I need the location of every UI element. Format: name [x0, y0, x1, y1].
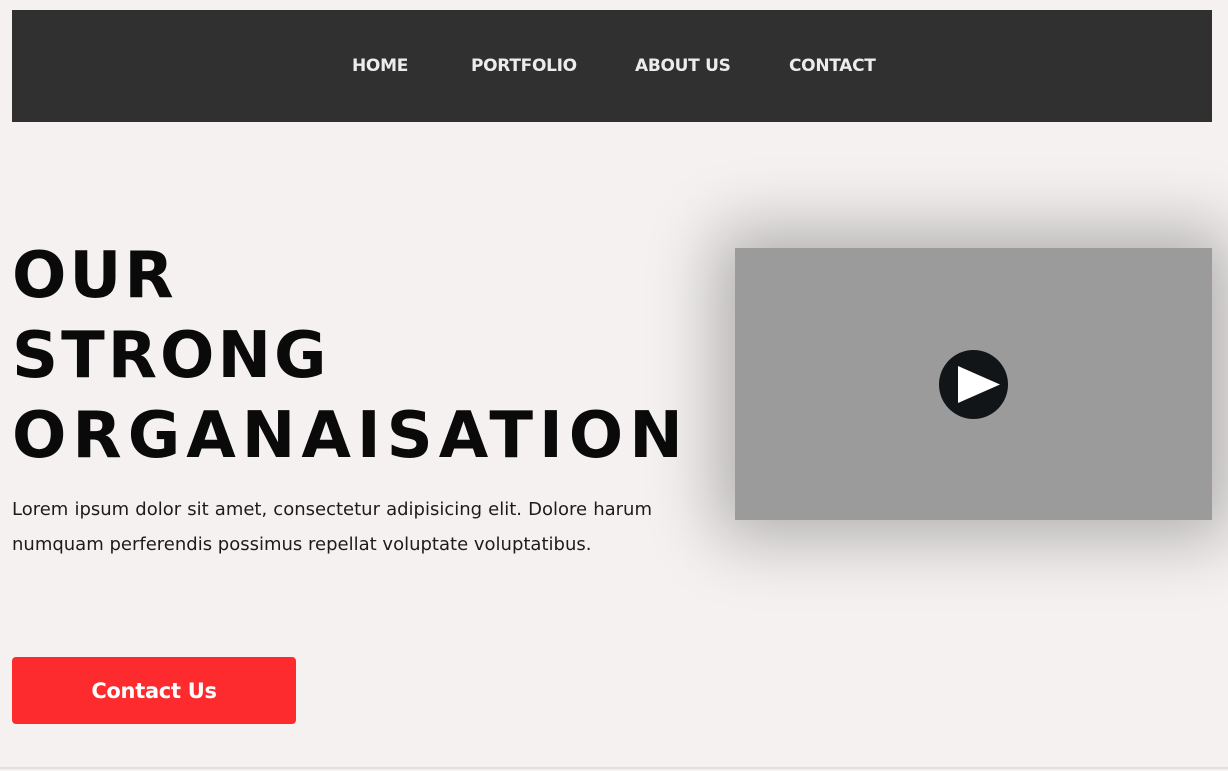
hero-title-line-3: ORGANAISATION [12, 399, 689, 473]
video-player[interactable] [735, 248, 1212, 520]
nav-item-contact[interactable]: CONTACT [789, 10, 876, 122]
top-navbar: HOME PORTFOLIO ABOUT US CONTACT [12, 10, 1212, 122]
nav-item-home[interactable]: HOME [352, 10, 408, 122]
play-button[interactable] [939, 350, 1008, 419]
nav-item-portfolio[interactable]: PORTFOLIO [471, 10, 577, 122]
contact-us-button[interactable]: Contact Us [12, 657, 296, 724]
bottom-divider [0, 767, 1228, 769]
play-icon [958, 366, 1000, 403]
nav-item-about-us[interactable]: ABOUT US [635, 10, 731, 122]
hero-title-line-1: OUR [12, 239, 177, 313]
hero-title-line-2: STRONG [12, 319, 330, 393]
hero-paragraph: Lorem ipsum dolor sit amet, consectetur … [12, 499, 652, 555]
hero-title: OUR STRONG ORGANAISATION [12, 236, 689, 476]
